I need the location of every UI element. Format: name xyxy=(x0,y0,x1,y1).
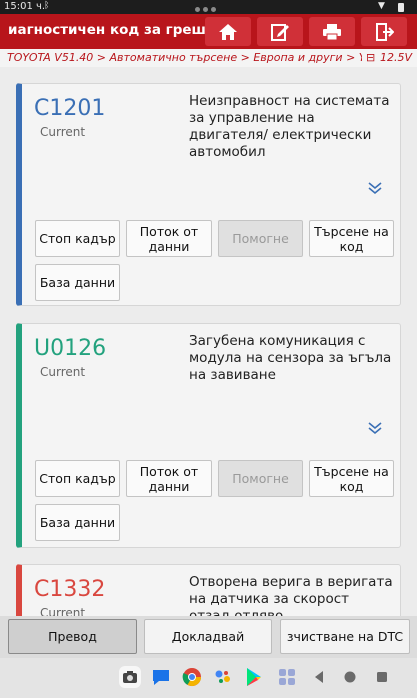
dtc-card: U0126 Current Загубена комуникация с мод… xyxy=(16,323,401,548)
dtc-status: Current xyxy=(40,365,86,379)
dtc-code: C1332 xyxy=(34,577,106,602)
chrome-app-icon[interactable] xyxy=(181,666,203,688)
messages-app-icon[interactable] xyxy=(150,666,172,688)
page-title: иагностичен код за грешка xyxy=(8,22,225,38)
dtc-list[interactable]: C1201 Current Неизправност на системата … xyxy=(0,67,417,616)
exit-icon xyxy=(376,22,394,41)
help-button[interactable]: Помогне xyxy=(218,220,303,257)
camera-app-icon[interactable] xyxy=(119,666,141,688)
car-battery-icon: ⊟ xyxy=(366,51,376,64)
recents-icon[interactable] xyxy=(375,670,389,684)
home-button[interactable] xyxy=(205,17,251,46)
dtc-description: Отворена верига в веригата на датчика за… xyxy=(189,574,393,616)
dtc-description: Неизправност на системата за управление … xyxy=(189,93,390,160)
database-button[interactable]: База данни xyxy=(35,264,120,301)
battery-voltage: ⊟ 12.5V xyxy=(366,51,412,64)
dtc-status: Current xyxy=(40,606,86,616)
home-icon xyxy=(219,23,237,40)
edit-button[interactable] xyxy=(257,17,303,46)
status-time: 15:01 ч. xyxy=(4,1,46,12)
exit-button[interactable] xyxy=(361,17,407,46)
back-icon[interactable] xyxy=(313,670,325,684)
app-grid-icon[interactable] xyxy=(276,666,298,688)
report-button[interactable]: Докладвай xyxy=(144,619,272,654)
status-bar: 15:01 ч. ᛒ ▼ xyxy=(0,0,417,14)
freeze-frame-button[interactable]: Стоп кадър xyxy=(35,460,120,497)
bottom-action-bar: Превод Докладвай зчистване на DTC xyxy=(0,616,417,658)
battery-icon xyxy=(398,3,404,12)
assistant-app-icon[interactable] xyxy=(212,666,234,688)
bluetooth-icon: ᛒ xyxy=(44,1,50,11)
system-nav-bar xyxy=(0,658,417,698)
breadcrumb-path: TOYOTA V51.40 > Автоматично търсене > Ев… xyxy=(7,51,362,64)
chevron-down-icon[interactable] xyxy=(367,181,383,195)
dtc-code: C1201 xyxy=(34,96,106,121)
breadcrumb: TOYOTA V51.40 > Автоматично търсене > Ев… xyxy=(0,49,417,67)
print-button[interactable] xyxy=(309,17,355,46)
data-stream-button[interactable]: Поток от данни xyxy=(126,460,212,497)
freeze-frame-button[interactable]: Стоп кадър xyxy=(35,220,120,257)
database-button[interactable]: База данни xyxy=(35,504,120,541)
dtc-code: U0126 xyxy=(34,336,107,361)
more-dots-icon xyxy=(195,4,222,12)
printer-icon xyxy=(323,23,341,40)
search-code-button[interactable]: Търсене на код xyxy=(309,460,394,497)
clear-dtc-button[interactable]: зчистване на DTC xyxy=(280,619,410,654)
dtc-status: Current xyxy=(40,125,86,139)
dtc-card: C1201 Current Неизправност на системата … xyxy=(16,83,401,306)
help-button[interactable]: Помогне xyxy=(218,460,303,497)
chevron-down-icon[interactable] xyxy=(367,421,383,435)
wifi-icon: ▼ xyxy=(378,1,385,11)
voltage-value: 12.5V xyxy=(380,51,413,64)
title-bar: иагностичен код за грешка xyxy=(0,14,417,49)
translate-button[interactable]: Превод xyxy=(8,619,137,654)
home-nav-icon[interactable] xyxy=(343,670,357,684)
dtc-description: Загубена комуникация с модула на сензора… xyxy=(189,333,392,383)
data-stream-button[interactable]: Поток от данни xyxy=(126,220,212,257)
search-code-button[interactable]: Търсене на код xyxy=(309,220,394,257)
dtc-card: C1332 Current Отворена верига в веригата… xyxy=(16,564,401,616)
edit-icon xyxy=(271,23,289,41)
play-store-app-icon[interactable] xyxy=(243,666,265,688)
